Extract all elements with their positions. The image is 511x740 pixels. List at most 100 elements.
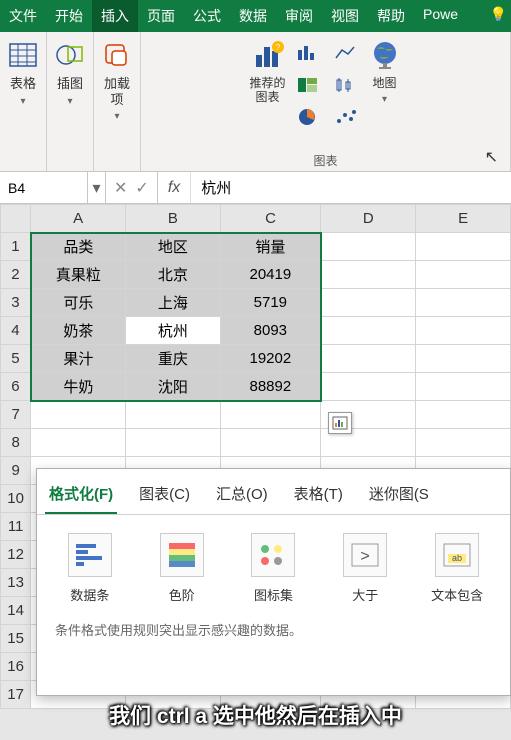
row-header[interactable]: 6 xyxy=(1,373,31,401)
row-header[interactable]: 10 xyxy=(1,485,31,513)
cell[interactable] xyxy=(416,289,511,317)
insert-map-button[interactable]: 地图 ▾ xyxy=(368,38,402,105)
cell[interactable]: 销量 xyxy=(220,233,321,261)
cell[interactable]: 牛奶 xyxy=(31,373,126,401)
panel-tab-charts[interactable]: 图表(C) xyxy=(135,479,194,514)
chart-column-button[interactable] xyxy=(294,42,322,64)
tab-layout[interactable]: 页面 xyxy=(138,0,184,32)
cell[interactable] xyxy=(321,317,416,345)
cell[interactable] xyxy=(321,289,416,317)
cell[interactable]: 品类 xyxy=(31,233,126,261)
quick-analysis-button[interactable] xyxy=(328,412,352,434)
tab-review[interactable]: 审阅 xyxy=(276,0,322,32)
row-header[interactable]: 16 xyxy=(1,653,31,681)
cell[interactable]: 8093 xyxy=(220,317,321,345)
chart-line-button[interactable] xyxy=(332,42,360,64)
row-header[interactable]: 12 xyxy=(1,541,31,569)
format-iconset-button[interactable]: 图标集 xyxy=(241,533,307,604)
formula-input[interactable]: 杭州 xyxy=(190,172,511,203)
format-greater-button[interactable]: > 大于 xyxy=(332,533,398,604)
row-header[interactable]: 2 xyxy=(1,261,31,289)
cancel-formula-icon[interactable]: ✕ xyxy=(114,178,127,198)
enter-formula-icon[interactable]: ✓ xyxy=(135,178,148,198)
row-header[interactable]: 15 xyxy=(1,625,31,653)
video-subtitle: 我们 ctrl a 选中他然后在插入中 xyxy=(0,700,511,730)
cell[interactable]: 北京 xyxy=(125,261,220,289)
cell[interactable]: 可乐 xyxy=(31,289,126,317)
cell-active[interactable]: 杭州 xyxy=(125,317,220,345)
cell[interactable]: 20419 xyxy=(220,261,321,289)
shapes-icon xyxy=(53,38,87,72)
cell[interactable]: 上海 xyxy=(125,289,220,317)
row-header[interactable]: 3 xyxy=(1,289,31,317)
cell[interactable]: 真果粒 xyxy=(31,261,126,289)
col-header-E[interactable]: E xyxy=(416,205,511,233)
cell[interactable] xyxy=(416,261,511,289)
chart-hierarchy-button[interactable] xyxy=(294,74,322,96)
cell[interactable] xyxy=(321,261,416,289)
cell[interactable]: 88892 xyxy=(220,373,321,401)
tell-me-icon[interactable]: 💡 xyxy=(486,0,511,32)
row-header[interactable]: 1 xyxy=(1,233,31,261)
cell[interactable]: 重庆 xyxy=(125,345,220,373)
chevron-down-icon: ▾ xyxy=(20,96,25,107)
name-box-dropdown[interactable]: ▾ xyxy=(88,172,106,203)
format-textcontains-button[interactable]: ab 文本包含 xyxy=(424,533,490,604)
recommended-charts-button[interactable]: ? 推荐的 图表 xyxy=(249,38,285,105)
tab-formula[interactable]: 公式 xyxy=(184,0,230,32)
select-all-button[interactable] xyxy=(1,205,31,233)
row-header[interactable]: 9 xyxy=(1,457,31,485)
panel-tab-tables[interactable]: 表格(T) xyxy=(290,479,347,514)
row-header[interactable]: 11 xyxy=(1,513,31,541)
cell[interactable] xyxy=(416,317,511,345)
cell[interactable] xyxy=(416,233,511,261)
insert-illustration-button[interactable]: 插图 ▾ xyxy=(53,38,87,107)
chart-stat-button[interactable] xyxy=(332,74,360,96)
tab-help[interactable]: 帮助 xyxy=(368,0,414,32)
cell[interactable] xyxy=(321,345,416,373)
col-header-B[interactable]: B xyxy=(125,205,220,233)
cell[interactable] xyxy=(321,373,416,401)
row-header[interactable]: 14 xyxy=(1,597,31,625)
cell[interactable]: 5719 xyxy=(220,289,321,317)
chevron-down-icon: ▾ xyxy=(382,94,387,105)
format-colorscale-button[interactable]: 色阶 xyxy=(149,533,215,604)
cell[interactable]: 地区 xyxy=(125,233,220,261)
chart-recommended-icon: ? xyxy=(250,38,284,72)
fx-button[interactable]: fx xyxy=(158,172,190,203)
insert-addins-button[interactable]: 加载 项 ▾ xyxy=(100,38,134,122)
tab-power[interactable]: Powe xyxy=(414,0,467,32)
row-header[interactable]: 8 xyxy=(1,429,31,457)
chart-pie-button[interactable] xyxy=(294,106,322,128)
cell[interactable]: 奶茶 xyxy=(31,317,126,345)
insert-table-button[interactable]: 表格 ▾ xyxy=(6,38,40,107)
tab-data[interactable]: 数据 xyxy=(230,0,276,32)
tab-view[interactable]: 视图 xyxy=(322,0,368,32)
table-row: 4 奶茶 杭州 8093 xyxy=(1,317,511,345)
name-box[interactable]: B4 xyxy=(0,172,88,203)
databars-icon xyxy=(68,533,112,577)
col-header-A[interactable]: A xyxy=(31,205,126,233)
panel-tab-totals[interactable]: 汇总(O) xyxy=(212,479,272,514)
tab-file[interactable]: 文件 xyxy=(0,0,46,32)
row-header[interactable]: 7 xyxy=(1,401,31,429)
cell[interactable]: 果汁 xyxy=(31,345,126,373)
format-databars-button[interactable]: 数据条 xyxy=(57,533,123,604)
panel-tab-sparklines[interactable]: 迷你图(S xyxy=(365,479,433,514)
col-header-C[interactable]: C xyxy=(220,205,321,233)
cell[interactable] xyxy=(416,345,511,373)
cell[interactable]: 沈阳 xyxy=(125,373,220,401)
row-header[interactable]: 4 xyxy=(1,317,31,345)
tab-insert[interactable]: 插入 xyxy=(92,0,138,32)
col-header-D[interactable]: D xyxy=(321,205,416,233)
row-header[interactable]: 13 xyxy=(1,569,31,597)
cell[interactable] xyxy=(321,233,416,261)
row-header[interactable]: 5 xyxy=(1,345,31,373)
chart-scatter-button[interactable] xyxy=(332,106,360,128)
panel-tab-format[interactable]: 格式化(F) xyxy=(45,479,117,514)
tab-home[interactable]: 开始 xyxy=(46,0,92,32)
cell[interactable] xyxy=(416,373,511,401)
group-label-charts: 图表 xyxy=(313,148,337,169)
ribbon-tabs: 文件 开始 插入 页面 公式 数据 审阅 视图 帮助 Powe 💡 xyxy=(0,0,511,32)
cell[interactable]: 19202 xyxy=(220,345,321,373)
